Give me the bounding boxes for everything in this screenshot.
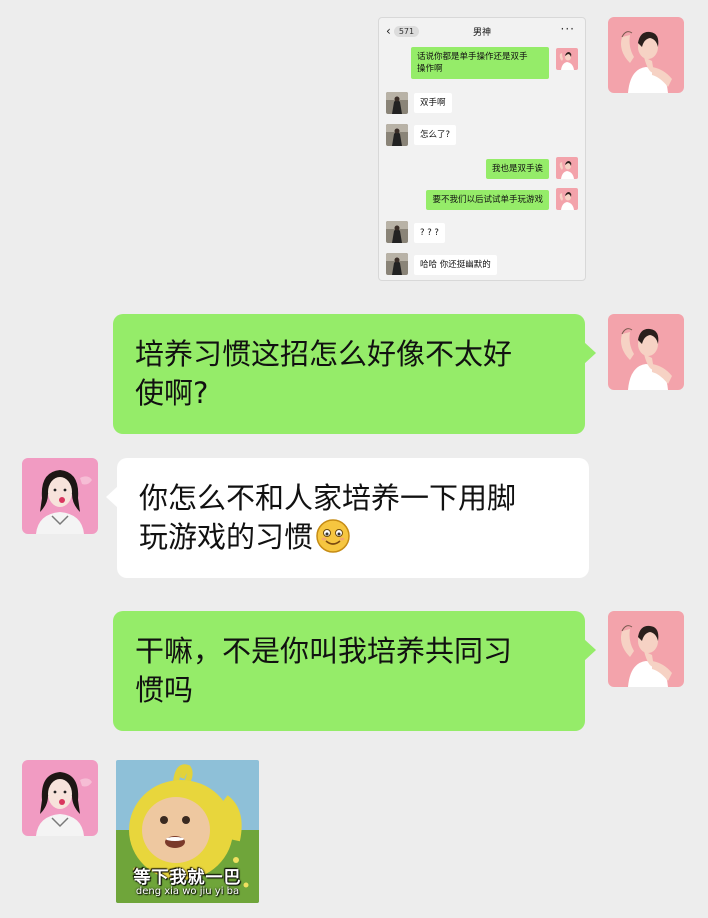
- sent-message[interactable]: 干嘛，不是你叫我培养共同习 惯吗: [113, 611, 596, 731]
- embedded-message: 怎么了?: [414, 125, 457, 145]
- message-line: 你怎么不和人家培养一下用脚: [139, 481, 517, 515]
- avatar: [556, 188, 578, 210]
- embedded-message: 话说你都是单手操作还是双手 操作啊: [411, 47, 549, 79]
- avatar[interactable]: [22, 760, 98, 836]
- message-text: 玩游戏的习惯: [139, 520, 314, 554]
- embedded-message: 要不我们以后试试单手玩游戏: [426, 190, 549, 210]
- embedded-message: 我也是双手诶: [485, 159, 549, 179]
- more-icon: ···: [560, 22, 575, 36]
- avatar[interactable]: [608, 314, 684, 390]
- avatar[interactable]: [22, 458, 98, 534]
- embedded-header: ‹ 571 男神 ···: [379, 18, 585, 44]
- avatar: [386, 124, 408, 146]
- smile-emoji-icon: [316, 519, 350, 553]
- sent-message[interactable]: 培养习惯这招怎么好像不太好 使啊?: [113, 314, 596, 434]
- sticker-caption: 等下我就一巴: [133, 868, 242, 888]
- message-line: 玩游戏的习惯: [139, 518, 567, 557]
- embedded-message: 哈哈 你还挺幽默的: [414, 255, 497, 275]
- sticker-pinyin: deng xia wo jiu yi ba: [135, 886, 240, 897]
- message-line: 培养习惯这招怎么好像不太好: [135, 337, 513, 371]
- message-line: 使啊?: [135, 376, 209, 410]
- avatar[interactable]: [608, 17, 684, 93]
- embedded-message: 双手啊: [414, 93, 452, 113]
- embedded-message-line: 话说你都是单手操作还是双手: [417, 52, 528, 62]
- avatar: [386, 253, 408, 275]
- received-message[interactable]: 你怎么不和人家培养一下用脚 玩游戏的习惯: [106, 458, 589, 578]
- embedded-message: ? ? ?: [414, 223, 445, 243]
- embedded-title: 男神: [472, 28, 491, 38]
- embedded-chat-screenshot[interactable]: ‹ 571 男神 ··· 话说你都是单手操作还是双手 操作啊 双手啊 怎么了? …: [378, 17, 586, 281]
- avatar: [386, 92, 408, 114]
- avatar: [386, 221, 408, 243]
- avatar: [556, 48, 578, 70]
- sticker-image[interactable]: 等下我就一巴 deng xia wo jiu yi ba: [116, 760, 259, 903]
- avatar: [556, 157, 578, 179]
- embedded-message-line: 操作啊: [417, 64, 443, 74]
- message-line: 干嘛，不是你叫我培养共同习: [135, 634, 513, 668]
- message-line: 惯吗: [135, 673, 194, 707]
- avatar[interactable]: [608, 611, 684, 687]
